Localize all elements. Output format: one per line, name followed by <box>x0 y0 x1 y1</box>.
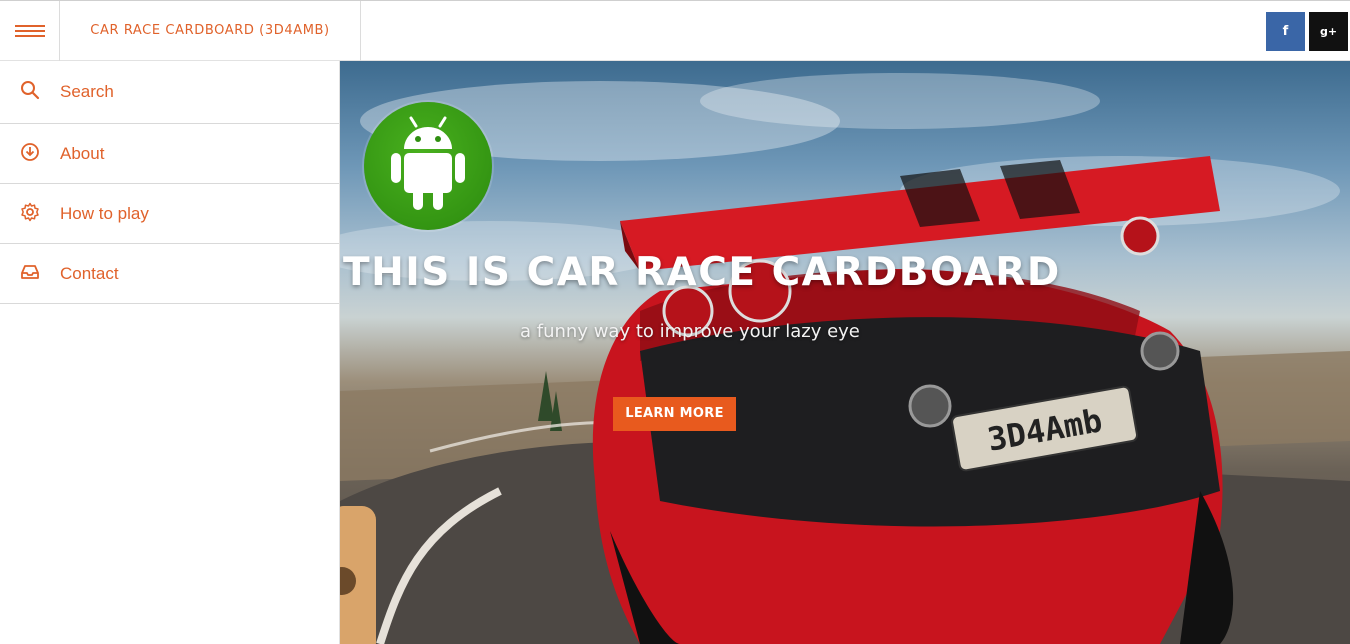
hamburger-icon-line <box>15 35 45 37</box>
hamburger-menu-button[interactable] <box>0 1 60 61</box>
learn-more-button[interactable]: LEARN MORE <box>613 397 736 431</box>
sidebar-item-label: How to play <box>60 203 149 223</box>
sidebar-item-label: Search <box>60 82 114 101</box>
sidebar-item-search[interactable]: Search <box>0 61 339 124</box>
gear-icon <box>21 202 39 221</box>
hamburger-icon-line <box>15 30 45 32</box>
sidebar-item-label: Contact <box>60 263 119 283</box>
android-badge <box>364 102 492 230</box>
sidebar-item-how-to-play[interactable]: How to play <box>0 184 339 244</box>
android-icon <box>391 116 465 210</box>
google-plus-button[interactable]: g+ <box>1309 12 1348 51</box>
hero-subtitle: a funny way to improve your lazy eye <box>520 321 860 342</box>
site-title-link[interactable]: CAR RACE CARDBOARD (3D4AMB) <box>60 1 361 61</box>
download-circle-icon <box>21 142 39 161</box>
inbox-icon <box>21 264 39 279</box>
facebook-button[interactable]: f <box>1266 12 1305 51</box>
sidebar-item-about[interactable]: About <box>0 124 339 184</box>
search-icon <box>21 81 40 100</box>
sidebar-menu: Search About How to play Contact <box>0 61 340 644</box>
hero-title: THIS IS CAR RACE CARDBOARD <box>343 250 1061 295</box>
sidebar-item-contact[interactable]: Contact <box>0 244 339 304</box>
sidebar-item-label: About <box>60 143 105 163</box>
hamburger-icon-line <box>15 25 45 27</box>
top-header: CAR RACE CARDBOARD (3D4AMB) f g+ <box>0 0 1350 61</box>
